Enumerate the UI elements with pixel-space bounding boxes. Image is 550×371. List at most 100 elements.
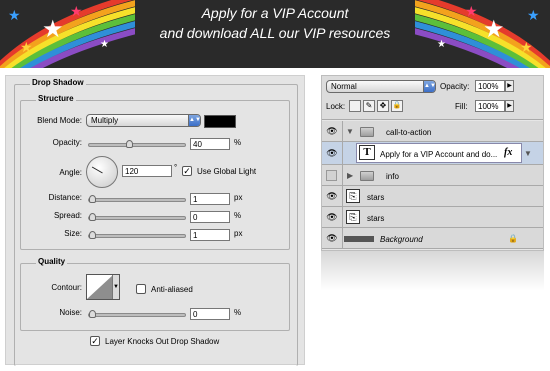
opacity-field[interactable]: 40 xyxy=(190,138,230,150)
spread-slider-thumb[interactable] xyxy=(89,213,96,221)
layer-opacity-label: Opacity: xyxy=(440,82,470,91)
contour-picker[interactable]: ▼ xyxy=(86,274,120,300)
blend-mode-select[interactable]: Multiply ▲▼ xyxy=(86,114,201,127)
layer-knocks-out-label: Layer Knocks Out Drop Shadow xyxy=(105,337,220,346)
blend-mode-label: Blend Mode: xyxy=(37,116,82,125)
distance-unit: px xyxy=(234,193,243,202)
opacity-slider-thumb[interactable] xyxy=(126,140,133,148)
eye-icon[interactable]: 👁 xyxy=(326,125,338,137)
rainbow-stars-right: ★ ★ ★ ★ ★ xyxy=(415,0,550,68)
smart-object-icon: ⎘ xyxy=(346,189,360,203)
angle-dial-hand xyxy=(91,166,103,174)
use-global-light-checkbox[interactable]: ✓ xyxy=(182,166,192,176)
layer-blend-mode-value: Normal xyxy=(331,82,357,91)
size-slider-thumb[interactable] xyxy=(89,231,96,239)
layer-knocks-out-checkbox[interactable]: ✓ xyxy=(90,336,100,346)
row-divider xyxy=(342,142,343,165)
row-divider xyxy=(342,165,343,186)
expand-triangle-icon[interactable]: ▼ xyxy=(346,127,354,136)
opacity-label: Opacity: xyxy=(52,138,82,147)
layer-name: stars xyxy=(367,214,385,223)
layers-panel: Normal ▲▼ Opacity: 100% ▶ Lock: ✎ ✥ 🔒 Fi… xyxy=(321,75,544,251)
opacity-slider[interactable] xyxy=(88,140,186,148)
noise-label: Noise: xyxy=(59,308,82,317)
vip-banner[interactable]: ★ ★ ★ ★ ★ Apply for a VIP Account and do… xyxy=(0,0,550,68)
row-divider xyxy=(342,121,343,142)
layer-name: Background xyxy=(380,235,423,244)
layer-name: info xyxy=(386,172,399,181)
structure-title: Structure xyxy=(36,94,76,103)
layer-row-stars[interactable]: 👁 ⎘ stars xyxy=(322,186,543,207)
distance-slider-thumb[interactable] xyxy=(89,195,96,203)
quality-group xyxy=(20,263,290,331)
distance-field[interactable]: 1 xyxy=(190,193,230,205)
drop-shadow-panel: Drop Shadow Structure Blend Mode: Multip… xyxy=(5,75,305,366)
noise-slider[interactable] xyxy=(88,310,186,318)
noise-field[interactable]: 0 xyxy=(190,308,230,320)
smart-object-icon: ⎘ xyxy=(346,210,360,224)
eye-icon[interactable]: 👁 xyxy=(326,232,338,244)
row-divider xyxy=(342,228,343,249)
noise-unit: % xyxy=(234,308,242,317)
fx-icon[interactable]: fx xyxy=(504,147,512,158)
star-icon: ★ xyxy=(527,7,540,23)
folder-icon xyxy=(360,171,374,181)
use-global-light-label: Use Global Light xyxy=(197,167,257,176)
updown-arrows-icon: ▲▼ xyxy=(423,81,436,92)
layer-name: Apply for a VIP Account and do... xyxy=(380,150,498,159)
fill-label: Fill: xyxy=(455,102,468,111)
lock-icon: 🔒 xyxy=(508,234,518,243)
layer-blend-mode-select[interactable]: Normal ▲▼ xyxy=(326,80,436,93)
noise-slider-thumb[interactable] xyxy=(89,310,96,318)
size-field[interactable]: 1 xyxy=(190,229,230,241)
effects-expand-triangle-icon[interactable]: ▼ xyxy=(524,149,532,158)
size-unit: px xyxy=(234,229,243,238)
contour-curve-icon xyxy=(87,275,113,299)
lock-brush-icon[interactable]: ✎ xyxy=(363,100,375,112)
star-icon: ★ xyxy=(520,39,533,55)
eye-icon[interactable]: 👁 xyxy=(326,190,338,202)
drop-shadow-title: Drop Shadow xyxy=(30,78,86,87)
angle-field[interactable]: 120 xyxy=(122,165,172,177)
distance-slider[interactable] xyxy=(88,195,186,203)
layer-row-stars-2[interactable]: 👁 ⎘ stars xyxy=(322,207,543,228)
blend-mode-value: Multiply xyxy=(91,116,119,125)
quality-title: Quality xyxy=(36,257,68,266)
star-icon: ★ xyxy=(100,39,109,50)
layer-row-background[interactable]: 👁 Background 🔒 xyxy=(322,228,543,249)
layer-row-text[interactable]: 👁 T Apply for a VIP Account and do... fx… xyxy=(322,142,543,165)
distance-label: Distance: xyxy=(48,193,82,202)
angle-unit: ° xyxy=(174,163,178,172)
angle-dial[interactable] xyxy=(86,156,118,188)
opacity-unit: % xyxy=(234,138,242,147)
layer-name: call-to-action xyxy=(386,128,432,137)
eye-icon[interactable]: 👁 xyxy=(326,211,338,223)
collapsed-triangle-icon[interactable]: ▶ xyxy=(347,171,353,180)
fill-dropdown-arrow-icon[interactable]: ▶ xyxy=(505,100,514,112)
updown-arrows-icon: ▲▼ xyxy=(188,115,201,126)
spread-slider[interactable] xyxy=(88,213,186,221)
layer-row-info[interactable]: ▶ info xyxy=(322,165,543,186)
eye-icon[interactable]: 👁 xyxy=(326,147,338,159)
anti-aliased-label: Anti-aliased xyxy=(151,285,193,294)
contour-label: Contour: xyxy=(51,283,82,292)
spread-label: Spread: xyxy=(53,211,82,220)
folder-icon xyxy=(360,127,374,137)
spread-field[interactable]: 0 xyxy=(190,211,230,223)
lock-move-icon[interactable]: ✥ xyxy=(377,100,389,112)
lock-all-icon[interactable]: 🔒 xyxy=(391,100,403,112)
layer-row-call-to-action[interactable]: 👁 ▼ call-to-action xyxy=(322,121,543,142)
shadow-color-swatch[interactable] xyxy=(204,115,236,128)
star-icon: ★ xyxy=(20,39,33,55)
size-slider[interactable] xyxy=(88,231,186,239)
angle-label: Angle: xyxy=(59,168,82,177)
star-icon: ★ xyxy=(437,39,446,50)
opacity-dropdown-arrow-icon[interactable]: ▶ xyxy=(505,80,514,92)
fill-field[interactable]: 100% xyxy=(475,100,505,112)
lock-transparent-icon[interactable] xyxy=(349,100,361,112)
eye-hidden-box-icon[interactable] xyxy=(326,170,337,181)
row-divider xyxy=(342,207,343,228)
size-label: Size: xyxy=(64,229,82,238)
anti-aliased-checkbox[interactable] xyxy=(136,284,146,294)
layer-opacity-field[interactable]: 100% xyxy=(475,80,505,92)
